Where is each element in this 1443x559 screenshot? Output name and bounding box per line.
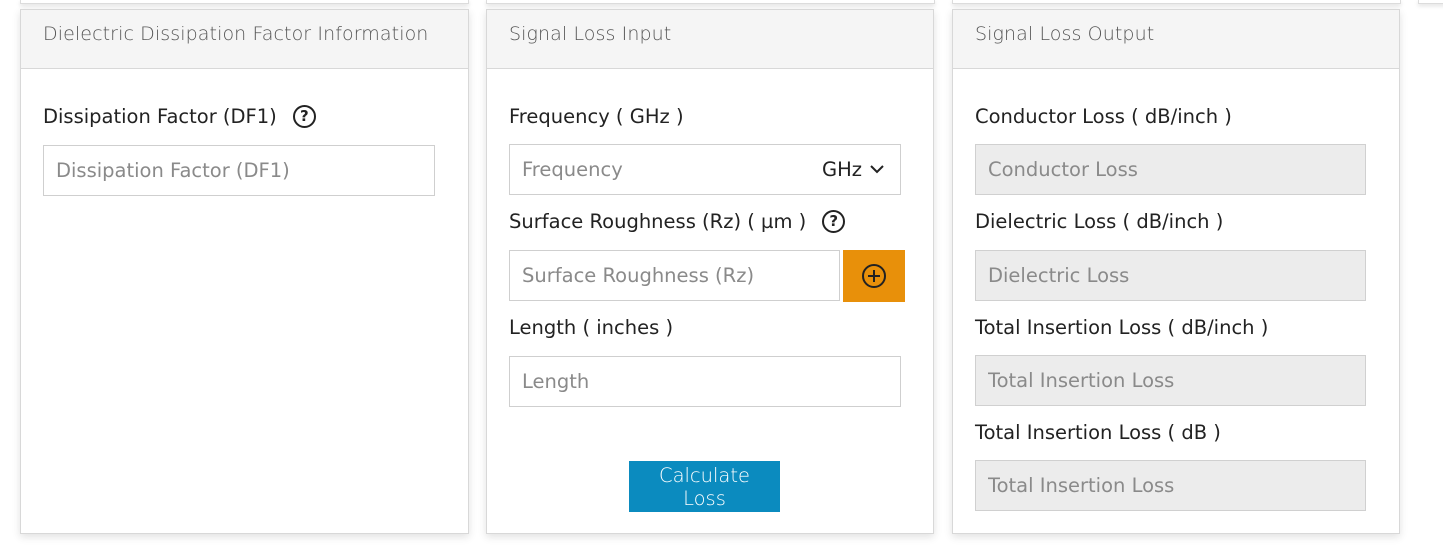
df-field-label: Dissipation Factor (DF1) ? [43,105,316,128]
help-icon[interactable]: ? [822,210,846,233]
frequency-unit-value: GHz [822,158,863,181]
panel-title: Signal Loss Input [487,10,933,69]
roughness-field-label: Surface Roughness (Rz) ( µm ) ? [509,210,846,233]
signal-loss-input-panel: Signal Loss Input Frequency ( GHz ) GHz … [486,9,934,534]
total-insertion-loss-per-inch-label: Total Insertion Loss ( dB/inch ) [975,316,1269,339]
dielectric-info-panel: Dielectric Dissipation Factor Informatio… [20,9,469,534]
panel-title: Signal Loss Output [953,10,1399,69]
panel-title: Dielectric Dissipation Factor Informatio… [21,10,468,69]
length-label: Length ( inches ) [509,316,674,339]
total-insertion-loss-db-output [975,460,1366,511]
add-roughness-button[interactable] [843,250,905,302]
df-label-text: Dissipation Factor (DF1) [43,105,277,128]
chevron-down-icon [870,165,884,174]
frequency-unit-select[interactable]: GHz [810,144,901,195]
length-input[interactable] [509,356,901,407]
conductor-loss-output [975,144,1366,195]
frequency-input[interactable] [509,144,811,195]
total-insertion-loss-per-inch-output [975,355,1366,406]
help-icon[interactable]: ? [292,105,316,128]
dielectric-loss-output [975,250,1366,301]
card-edge-top-4 [1418,0,1443,4]
card-edge-top-3 [952,0,1401,4]
dissipation-factor-input[interactable] [43,145,435,196]
conductor-loss-label: Conductor Loss ( dB/inch ) [975,105,1232,128]
signal-loss-output-panel: Signal Loss Output Conductor Loss ( dB/i… [952,9,1400,534]
card-edge-top-2 [486,0,935,4]
card-edge-top-1 [20,0,469,4]
frequency-label: Frequency ( GHz ) [509,105,684,128]
roughness-label-text: Surface Roughness (Rz) ( µm ) [509,210,807,233]
calculate-loss-button[interactable]: Calculate Loss [629,461,780,512]
dielectric-loss-label: Dielectric Loss ( dB/inch ) [975,210,1224,233]
total-insertion-loss-db-label: Total Insertion Loss ( dB ) [975,421,1221,444]
plus-circle-icon [862,264,886,288]
surface-roughness-input[interactable] [509,250,840,301]
